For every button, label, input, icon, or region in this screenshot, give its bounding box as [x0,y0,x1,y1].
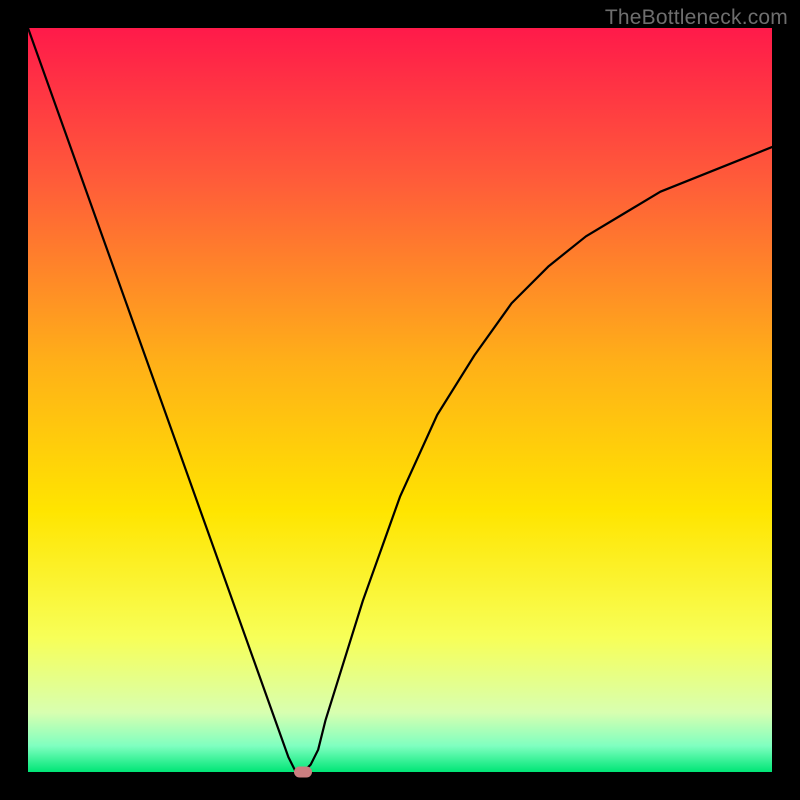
chart-background [28,28,772,772]
chart-frame: TheBottleneck.com [0,0,800,800]
bottleneck-chart [28,28,772,772]
optimal-point-marker [294,767,312,778]
watermark-text: TheBottleneck.com [605,6,788,30]
